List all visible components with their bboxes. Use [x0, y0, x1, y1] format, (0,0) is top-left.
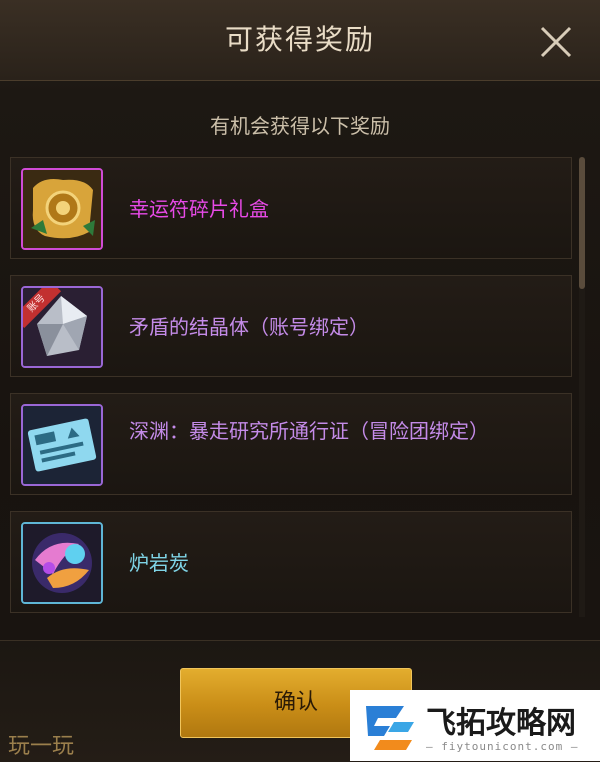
- scrollbar-thumb[interactable]: [579, 157, 585, 289]
- furnace-rock-charcoal-icon: [21, 522, 103, 604]
- dialog-subtitle: 有机会获得以下奖励: [210, 114, 390, 138]
- reward-list[interactable]: 幸运符碎片礼盒 账号 矛盾的结晶体（账号绑定） 深渊：暴走研究所通行证（冒险团绑…: [10, 157, 574, 617]
- watermark-title: 飞拓攻略网: [426, 706, 576, 741]
- lucky-charm-scroll-icon: [21, 168, 103, 250]
- list-item[interactable]: 炉岩炭: [10, 511, 572, 613]
- dialog-title: 可获得奖励: [224, 23, 375, 56]
- reward-name: 炉岩炭: [129, 551, 189, 575]
- contradiction-crystal-icon: 账号: [21, 286, 103, 368]
- close-icon[interactable]: [534, 20, 578, 64]
- site-logo-icon: [366, 706, 414, 750]
- watermark-left: 玩一玩: [8, 734, 75, 759]
- reward-name: 矛盾的结晶体（账号绑定）: [129, 315, 369, 339]
- list-item[interactable]: 深渊：暴走研究所通行证（冒险团绑定）: [10, 393, 572, 495]
- watermark-url: — fiytounicont.com —: [426, 740, 579, 753]
- list-item[interactable]: 幸运符碎片礼盒: [10, 157, 572, 259]
- watermark-logo: 飞拓攻略网 — fiytounicont.com —: [350, 690, 600, 761]
- reward-dialog: 可获得奖励 有机会获得以下奖励 幸运符碎片礼盒 账号 矛盾的结晶体（账号绑定） …: [0, 0, 600, 762]
- lab-pass-ticket-icon: [21, 404, 103, 486]
- reward-name: 深渊：暴走研究所通行证（冒险团绑定）: [129, 419, 489, 443]
- dialog-header: 可获得奖励: [0, 0, 600, 81]
- reward-name: 幸运符碎片礼盒: [129, 197, 269, 221]
- list-item[interactable]: 账号 矛盾的结晶体（账号绑定）: [10, 275, 572, 377]
